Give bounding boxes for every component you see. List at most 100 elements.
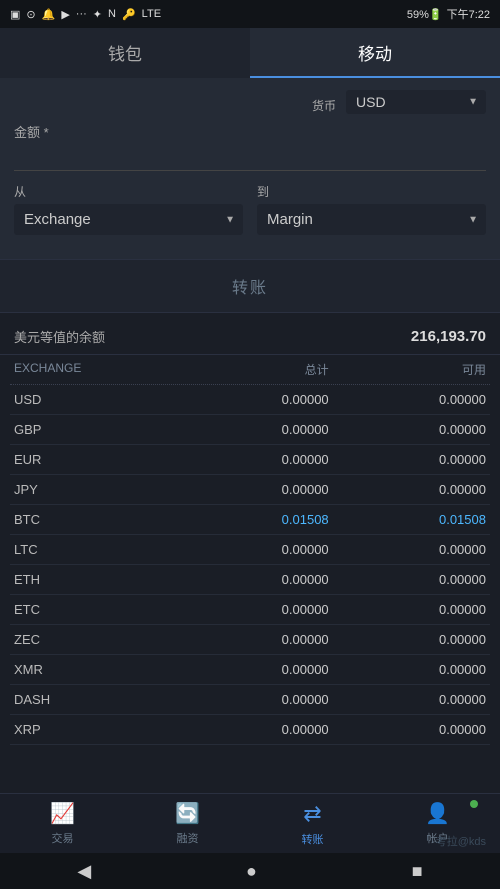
table-body: USD 0.00000 0.00000 GBP 0.00000 0.00000 … — [10, 385, 490, 745]
col-header-available: 可用 — [329, 361, 486, 378]
notification-icon: 🔔 — [42, 8, 56, 21]
tab-wallet[interactable]: 钱包 — [0, 28, 250, 78]
to-group: 到 Margin Exchange — [257, 183, 486, 235]
td-total: 0.00000 — [171, 392, 328, 407]
currency-select-wrapper[interactable]: USD BTC ETH — [346, 90, 486, 114]
table-row: GBP 0.00000 0.00000 — [10, 415, 490, 445]
table-header-row: EXCHANGE 总计 可用 — [10, 355, 490, 385]
table-row: ZEC 0.00000 0.00000 — [10, 625, 490, 655]
nav-fund-label: 融资 — [177, 830, 199, 846]
td-currency: GBP — [14, 422, 171, 437]
td-available: 0.00000 — [329, 482, 486, 497]
td-currency: BTC — [14, 512, 171, 527]
td-currency: EUR — [14, 452, 171, 467]
key-icon: 🔑 — [122, 8, 136, 21]
to-select[interactable]: Margin Exchange — [257, 204, 486, 235]
td-total: 0.00000 — [171, 482, 328, 497]
exchange-table: EXCHANGE 总计 可用 USD 0.00000 0.00000 GBP 0… — [0, 355, 500, 745]
from-label: 从 — [14, 183, 243, 200]
from-group: 从 Exchange Margin — [14, 183, 243, 235]
td-currency: LTC — [14, 542, 171, 557]
amount-input[interactable] — [14, 145, 486, 171]
account-dot-badge — [470, 800, 478, 808]
td-currency: XRP — [14, 722, 171, 737]
td-available: 0.00000 — [329, 452, 486, 467]
table-row: EUR 0.00000 0.00000 — [10, 445, 490, 475]
from-select[interactable]: Exchange Margin — [14, 204, 243, 235]
app-icon-2: ⊙ — [26, 8, 35, 21]
play-icon: ▶ — [61, 8, 69, 21]
trade-icon: 📈 — [50, 801, 75, 826]
transfer-btn-row: 转账 — [0, 259, 500, 313]
col-header-total: 总计 — [171, 361, 328, 378]
balance-section: 美元等值的余额 216,193.70 — [0, 313, 500, 355]
to-select-wrapper[interactable]: Margin Exchange — [257, 204, 486, 235]
table-row: JPY 0.00000 0.00000 — [10, 475, 490, 505]
account-icon: 👤 — [425, 801, 450, 826]
transfer-icon: ⇄ — [303, 801, 321, 827]
col-header-currency: EXCHANGE — [14, 361, 171, 378]
td-available: 0.00000 — [329, 692, 486, 707]
transfer-button[interactable]: 转账 — [232, 274, 268, 298]
tab-transfer[interactable]: 移动 — [250, 28, 500, 78]
nav-fund[interactable]: 🔄 融资 — [125, 794, 250, 853]
home-button[interactable]: ● — [246, 861, 257, 882]
status-left: ▣ ⊙ 🔔 ▶ ··· ✦ N 🔑 LTE — [10, 8, 161, 21]
td-total: 0.00000 — [171, 632, 328, 647]
td-total: 0.00000 — [171, 602, 328, 617]
to-label: 到 — [257, 183, 486, 200]
nav-transfer-label: 转账 — [302, 831, 324, 847]
amount-label: 金额 * — [14, 122, 486, 141]
td-available: 0.00000 — [329, 422, 486, 437]
td-available: 0.00000 — [329, 602, 486, 617]
time-display: 下午7:22 — [447, 6, 490, 22]
status-bar: ▣ ⊙ 🔔 ▶ ··· ✦ N 🔑 LTE 59%🔋 下午7:22 — [0, 0, 500, 28]
balance-value: 216,193.70 — [411, 328, 486, 345]
from-to-row: 从 Exchange Margin 到 Margin Exchange — [14, 183, 486, 235]
recents-button[interactable]: ■ — [412, 861, 423, 882]
system-nav: ◀ ● ■ — [0, 853, 500, 889]
app-icon-1: ▣ — [10, 8, 20, 21]
td-total: 0.01508 — [171, 512, 328, 527]
nav-transfer[interactable]: ⇄ 转账 — [250, 794, 375, 853]
nfc-icon: N — [108, 8, 116, 20]
currency-label: 货币 — [312, 97, 336, 114]
watermark: 考拉@kds — [436, 833, 486, 849]
td-currency: ETC — [14, 602, 171, 617]
td-total: 0.00000 — [171, 422, 328, 437]
currency-row: 货币 USD BTC ETH — [14, 90, 486, 114]
fund-icon: 🔄 — [175, 801, 200, 826]
td-total: 0.00000 — [171, 692, 328, 707]
table-row: ETH 0.00000 0.00000 — [10, 565, 490, 595]
bluetooth-icon: ✦ — [93, 8, 102, 21]
td-currency: JPY — [14, 482, 171, 497]
td-available: 0.00000 — [329, 662, 486, 677]
from-select-wrapper[interactable]: Exchange Margin — [14, 204, 243, 235]
td-total: 0.00000 — [171, 452, 328, 467]
back-button[interactable]: ◀ — [77, 861, 91, 882]
td-total: 0.00000 — [171, 542, 328, 557]
table-row: BTC 0.01508 0.01508 — [10, 505, 490, 535]
bottom-nav: 📈 交易 🔄 融资 ⇄ 转账 👤 帐户 — [0, 793, 500, 853]
currency-select[interactable]: USD BTC ETH — [346, 90, 486, 114]
td-available: 0.00000 — [329, 572, 486, 587]
table-row: XMR 0.00000 0.00000 — [10, 655, 490, 685]
td-total: 0.00000 — [171, 572, 328, 587]
td-available: 0.00000 — [329, 542, 486, 557]
td-available: 0.00000 — [329, 392, 486, 407]
amount-row: 金额 * — [14, 122, 486, 171]
table-row: USD 0.00000 0.00000 — [10, 385, 490, 415]
nav-trade[interactable]: 📈 交易 — [0, 794, 125, 853]
table-row: ETC 0.00000 0.00000 — [10, 595, 490, 625]
balance-label: 美元等值的余额 — [14, 327, 105, 346]
signal-icon: LTE — [142, 8, 161, 20]
td-currency: DASH — [14, 692, 171, 707]
table-row: DASH 0.00000 0.00000 — [10, 685, 490, 715]
battery-icon: 59%🔋 — [407, 8, 443, 21]
table-row: XRP 0.00000 0.00000 — [10, 715, 490, 745]
td-currency: USD — [14, 392, 171, 407]
td-total: 0.00000 — [171, 662, 328, 677]
td-available: 0.01508 — [329, 512, 486, 527]
table-row: LTC 0.00000 0.00000 — [10, 535, 490, 565]
td-currency: ETH — [14, 572, 171, 587]
